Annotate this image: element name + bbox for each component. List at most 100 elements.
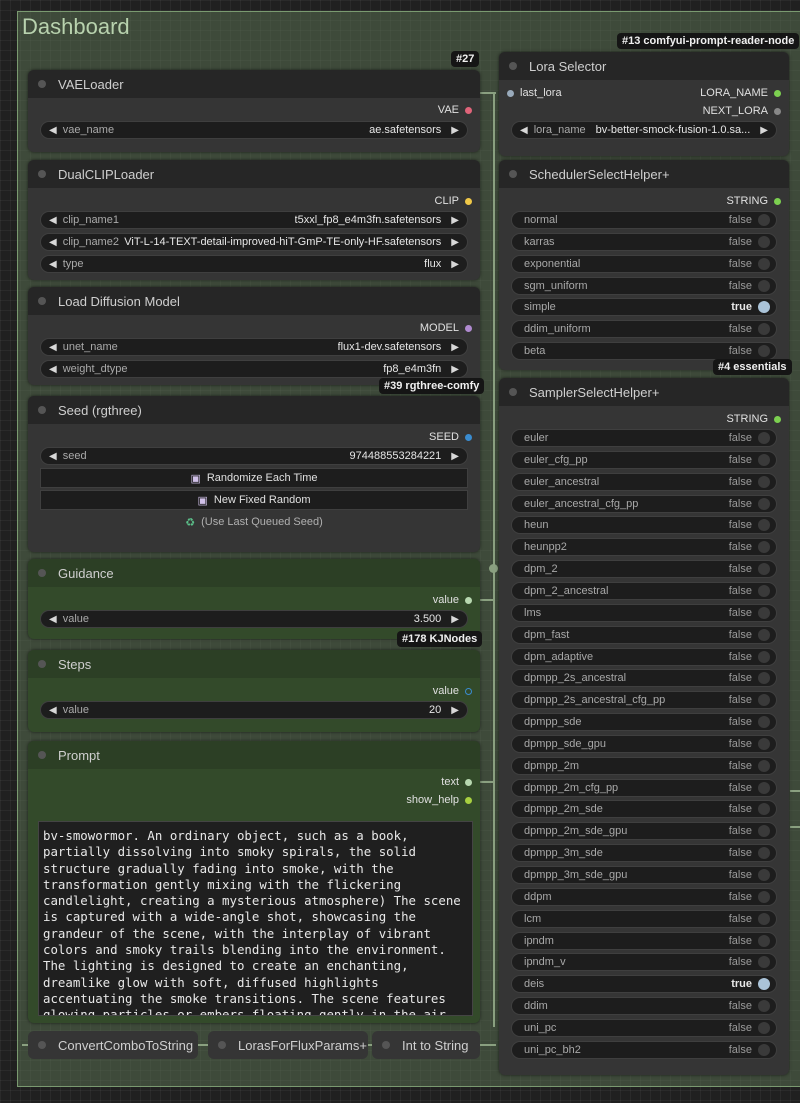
- guidance-value[interactable]: ◀ value 3.500 ▶: [40, 610, 468, 628]
- unet-name-combo[interactable]: ◀ unet_name flux1-dev.safetensors ▶: [40, 338, 468, 356]
- toggle-ddim-uniform[interactable]: ddim_uniform false: [511, 320, 777, 339]
- left-arrow-icon[interactable]: ◀: [520, 125, 528, 136]
- collapse-dot[interactable]: [38, 297, 46, 305]
- toggle-heunpp2[interactable]: heunpp2 false: [511, 538, 777, 557]
- toggle-knob-icon[interactable]: [758, 497, 770, 510]
- clip-name1-combo[interactable]: ◀ clip_name1 t5xxl_fp8_e4m3fn.safetensors ▶: [40, 211, 468, 229]
- show-help-output[interactable]: show_help: [406, 794, 472, 806]
- toggle-knob-icon[interactable]: [758, 301, 770, 314]
- lora-selector-node[interactable]: Lora Selector last_lora LORA_NAME NEXT_L…: [499, 52, 789, 156]
- toggle-dpm-2[interactable]: dpm_2 false: [511, 560, 777, 579]
- seed-number[interactable]: ◀ seed 974488553284221 ▶: [40, 447, 468, 465]
- toggle-knob-icon[interactable]: [758, 1043, 770, 1056]
- toggle-dpmpp-2m-sde[interactable]: dpmpp_2m_sde false: [511, 800, 777, 819]
- toggle-dpmpp-2s-ancestral[interactable]: dpmpp_2s_ancestral false: [511, 669, 777, 688]
- seed-node[interactable]: Seed (rgthree) SEED ◀ seed 974488553284221…: [28, 396, 480, 552]
- toggle-knob-icon[interactable]: [758, 257, 770, 270]
- lora-name-output[interactable]: LORA_NAME: [700, 87, 781, 99]
- toggle-beta[interactable]: beta false: [511, 342, 777, 361]
- toggle-knob-icon[interactable]: [758, 781, 770, 794]
- string-port[interactable]: [774, 415, 781, 423]
- toggle-dpm-2-ancestral[interactable]: dpm_2_ancestral false: [511, 581, 777, 600]
- toggle-ddim[interactable]: ddim false: [511, 997, 777, 1016]
- toggle-uni-pc-bh2[interactable]: uni_pc_bh2 false: [511, 1040, 777, 1059]
- left-arrow-icon[interactable]: ◀: [49, 125, 57, 136]
- toggle-ipndm[interactable]: ipndm false: [511, 931, 777, 950]
- left-arrow-icon[interactable]: ◀: [49, 614, 57, 625]
- toggle-knob-icon[interactable]: [758, 912, 770, 925]
- use-last-seed-button[interactable]: ♻ (Use Last Queued Seed): [40, 513, 468, 531]
- last-lora-input[interactable]: last_lora: [507, 87, 562, 99]
- scheduler-select-node[interactable]: SchedulerSelectHelper+ STRING normal fals…: [499, 160, 789, 370]
- toggle-dpmpp-3m-sde-gpu[interactable]: dpmpp_3m_sde_gpu false: [511, 866, 777, 884]
- vae-port[interactable]: [465, 106, 472, 114]
- left-arrow-icon[interactable]: ◀: [49, 342, 57, 353]
- right-arrow-icon[interactable]: ▶: [760, 125, 768, 136]
- toggle-ddpm[interactable]: ddpm false: [511, 887, 777, 906]
- vae-name-combo[interactable]: ◀ vae_name ae.safetensors ▶: [40, 121, 468, 139]
- string-port[interactable]: [774, 89, 781, 97]
- float-port[interactable]: [465, 596, 472, 604]
- left-arrow-icon[interactable]: ◀: [49, 705, 57, 716]
- clip-port[interactable]: [465, 197, 472, 205]
- prompt-node[interactable]: Prompt text show_help bv-smowormor. An o…: [28, 741, 480, 1023]
- toggle-knob-icon[interactable]: [758, 323, 770, 336]
- toggle-exponential[interactable]: exponential false: [511, 254, 777, 273]
- right-arrow-icon[interactable]: ▶: [451, 259, 459, 270]
- toggle-dpmpp-2m-cfg-pp[interactable]: dpmpp_2m_cfg_pp false: [511, 778, 777, 797]
- toggle-knob-icon[interactable]: [758, 519, 770, 532]
- toggle-knob-icon[interactable]: [758, 453, 770, 466]
- clip-name2-combo[interactable]: ◀ clip_name2 ViT-L-14-TEXT-detail-improved…: [40, 233, 468, 251]
- toggle-knob-icon[interactable]: [758, 847, 770, 860]
- left-arrow-icon[interactable]: ◀: [49, 237, 57, 248]
- toggle-knob-icon[interactable]: [758, 345, 770, 358]
- string-port[interactable]: [465, 778, 472, 786]
- next-lora-output[interactable]: NEXT_LORA: [703, 105, 781, 117]
- collapse-dot[interactable]: [38, 751, 46, 759]
- string-port[interactable]: [774, 197, 781, 205]
- toggle-knob-icon[interactable]: [758, 737, 770, 750]
- steps-output[interactable]: value: [433, 685, 472, 697]
- left-arrow-icon[interactable]: ◀: [49, 451, 57, 462]
- string-port[interactable]: [465, 796, 472, 804]
- toggle-knob-icon[interactable]: [758, 541, 770, 554]
- guidance-output[interactable]: value: [433, 594, 472, 606]
- right-arrow-icon[interactable]: ▶: [451, 614, 459, 625]
- convert-combo-node[interactable]: ConvertComboToString: [28, 1031, 198, 1059]
- collapse-dot[interactable]: [509, 170, 517, 178]
- toggle-heun[interactable]: heun false: [511, 516, 777, 535]
- new-fixed-random-button[interactable]: ▣ New Fixed Random: [40, 490, 468, 510]
- right-arrow-icon[interactable]: ▶: [451, 451, 459, 462]
- toggle-euler-ancestral-cfg-pp[interactable]: euler_ancestral_cfg_pp false: [511, 494, 777, 513]
- toggle-karras[interactable]: karras false: [511, 232, 777, 251]
- collapse-dot[interactable]: [38, 660, 46, 668]
- right-arrow-icon[interactable]: ▶: [451, 364, 459, 375]
- toggle-knob-icon[interactable]: [758, 628, 770, 641]
- right-arrow-icon[interactable]: ▶: [451, 215, 459, 226]
- toggle-dpmpp-3m-sde[interactable]: dpmpp_3m_sde false: [511, 844, 777, 863]
- collapse-dot[interactable]: [38, 1041, 46, 1049]
- toggle-knob-icon[interactable]: [758, 1021, 770, 1034]
- right-arrow-icon[interactable]: ▶: [451, 342, 459, 353]
- toggle-knob-icon[interactable]: [758, 432, 770, 444]
- right-arrow-icon[interactable]: ▶: [451, 237, 459, 248]
- toggle-knob-icon[interactable]: [758, 1000, 770, 1013]
- model-output[interactable]: MODEL: [420, 322, 472, 334]
- collapse-dot[interactable]: [38, 569, 46, 577]
- loras-for-flux-node[interactable]: LorasForFluxParams+: [208, 1031, 368, 1059]
- collapse-dot[interactable]: [509, 62, 517, 70]
- text-output[interactable]: text: [441, 776, 472, 788]
- steps-value[interactable]: ◀ value 20 ▶: [40, 701, 468, 719]
- seed-output[interactable]: SEED: [429, 431, 472, 443]
- toggle-knob-icon[interactable]: [758, 235, 770, 248]
- toggle-knob-icon[interactable]: [758, 475, 770, 488]
- toggle-euler[interactable]: euler false: [511, 429, 777, 447]
- toggle-uni-pc[interactable]: uni_pc false: [511, 1018, 777, 1037]
- int-port[interactable]: [465, 687, 472, 695]
- left-arrow-icon[interactable]: ◀: [49, 364, 57, 375]
- scheduler-string-output[interactable]: STRING: [726, 195, 781, 207]
- randomize-button[interactable]: ▣ Randomize Each Time: [40, 468, 468, 488]
- toggle-euler-ancestral[interactable]: euler_ancestral false: [511, 472, 777, 491]
- guidance-node[interactable]: Guidance value ◀ value 3.500 ▶: [28, 559, 480, 639]
- toggle-deis[interactable]: deis true: [511, 975, 777, 994]
